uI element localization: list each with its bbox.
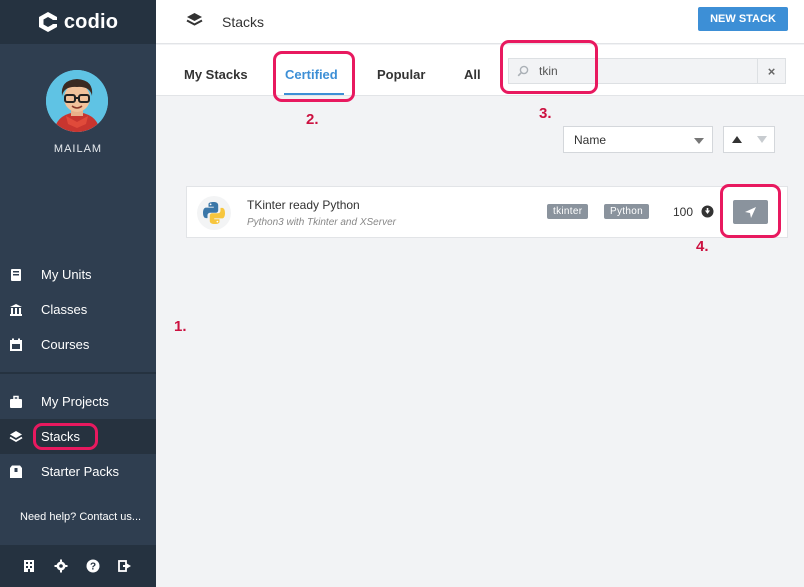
layers-icon (9, 430, 23, 442)
annotation-step-4: 4. (696, 238, 709, 255)
sidebar: codio MAILAM My Units Classes Courses My… (0, 0, 156, 587)
logout-icon[interactable] (118, 559, 132, 573)
codio-logo-icon (38, 12, 57, 32)
chevron-down-icon (694, 138, 704, 144)
sidebar-item-label: Courses (41, 337, 90, 352)
arrow-down-icon (756, 136, 767, 143)
sort-descending-button[interactable] (749, 127, 774, 152)
gear-icon[interactable] (54, 559, 68, 573)
question-icon[interactable]: ? (86, 559, 100, 573)
sidebar-item-label: Classes (41, 302, 88, 317)
layers-icon (186, 13, 203, 26)
python-logo-icon (197, 196, 231, 230)
stack-tag: tkinter (547, 204, 589, 219)
sort-direction-group (723, 126, 775, 153)
annotation-step-3: 3. (539, 105, 552, 122)
sidebar-item-my-projects[interactable]: My Projects (0, 384, 156, 419)
tabs-bar: My Stacks Certified Popular All × (156, 45, 804, 96)
stack-card[interactable]: TKinter ready Python Python3 with Tkinte… (186, 186, 788, 238)
username: MAILAM (53, 143, 103, 155)
stack-subtitle: Python3 with Tkinter and XServer (247, 217, 396, 228)
annotation-step-2: 2. (306, 111, 319, 128)
sidebar-item-label: Starter Packs (41, 464, 120, 479)
tab-my-stacks[interactable]: My Stacks (184, 67, 248, 82)
logo[interactable]: codio (0, 0, 156, 44)
search-box: × (508, 58, 786, 84)
clear-search-button[interactable]: × (757, 59, 785, 83)
new-stack-button[interactable]: NEW STACK (698, 7, 788, 31)
paper-plane-icon (745, 206, 756, 218)
institution-icon (10, 303, 22, 316)
sidebar-item-label: My Projects (41, 394, 109, 409)
building-icon[interactable] (22, 559, 36, 573)
top-bar: Stacks NEW STACK (156, 0, 804, 44)
package-icon (10, 465, 22, 478)
briefcase-icon (10, 395, 22, 408)
sidebar-item-classes[interactable]: Classes (0, 292, 156, 327)
stack-tag: Python (604, 204, 649, 219)
book-icon (11, 268, 21, 281)
tab-certified[interactable]: Certified (285, 67, 338, 82)
search-icon (517, 65, 529, 77)
stack-title[interactable]: TKinter ready Python (247, 198, 360, 212)
sidebar-item-my-units[interactable]: My Units (0, 257, 156, 292)
sort-select[interactable]: Name (563, 126, 713, 153)
svg-text:?: ? (90, 562, 96, 573)
annotation-step-1: 1. (174, 318, 187, 335)
stack-usage-count: 100 (673, 205, 694, 219)
sidebar-divider (0, 372, 156, 374)
launch-stack-button[interactable] (733, 200, 768, 224)
sidebar-item-starter-packs[interactable]: Starter Packs (0, 454, 156, 489)
search-input[interactable] (539, 64, 739, 78)
active-tab-indicator (284, 93, 344, 95)
tab-all[interactable]: All (464, 67, 481, 82)
calendar-icon (10, 338, 22, 351)
avatar-image (46, 70, 108, 132)
help-link[interactable]: Need help? Contact us... (20, 511, 141, 523)
page-title: Stacks (222, 14, 265, 30)
sidebar-item-stacks[interactable]: Stacks (0, 419, 156, 454)
cloud-download-icon (701, 205, 714, 218)
arrow-up-icon (731, 136, 742, 143)
logo-text: codio (63, 10, 119, 33)
sidebar-item-label: My Units (41, 267, 92, 282)
tab-popular[interactable]: Popular (377, 67, 425, 82)
sidebar-item-label: Stacks (41, 429, 81, 444)
sidebar-footer: ? (0, 545, 156, 587)
sidebar-item-courses[interactable]: Courses (0, 327, 156, 362)
avatar[interactable] (46, 70, 108, 132)
sort-ascending-button[interactable] (724, 127, 749, 152)
sort-select-value: Name (574, 132, 607, 147)
